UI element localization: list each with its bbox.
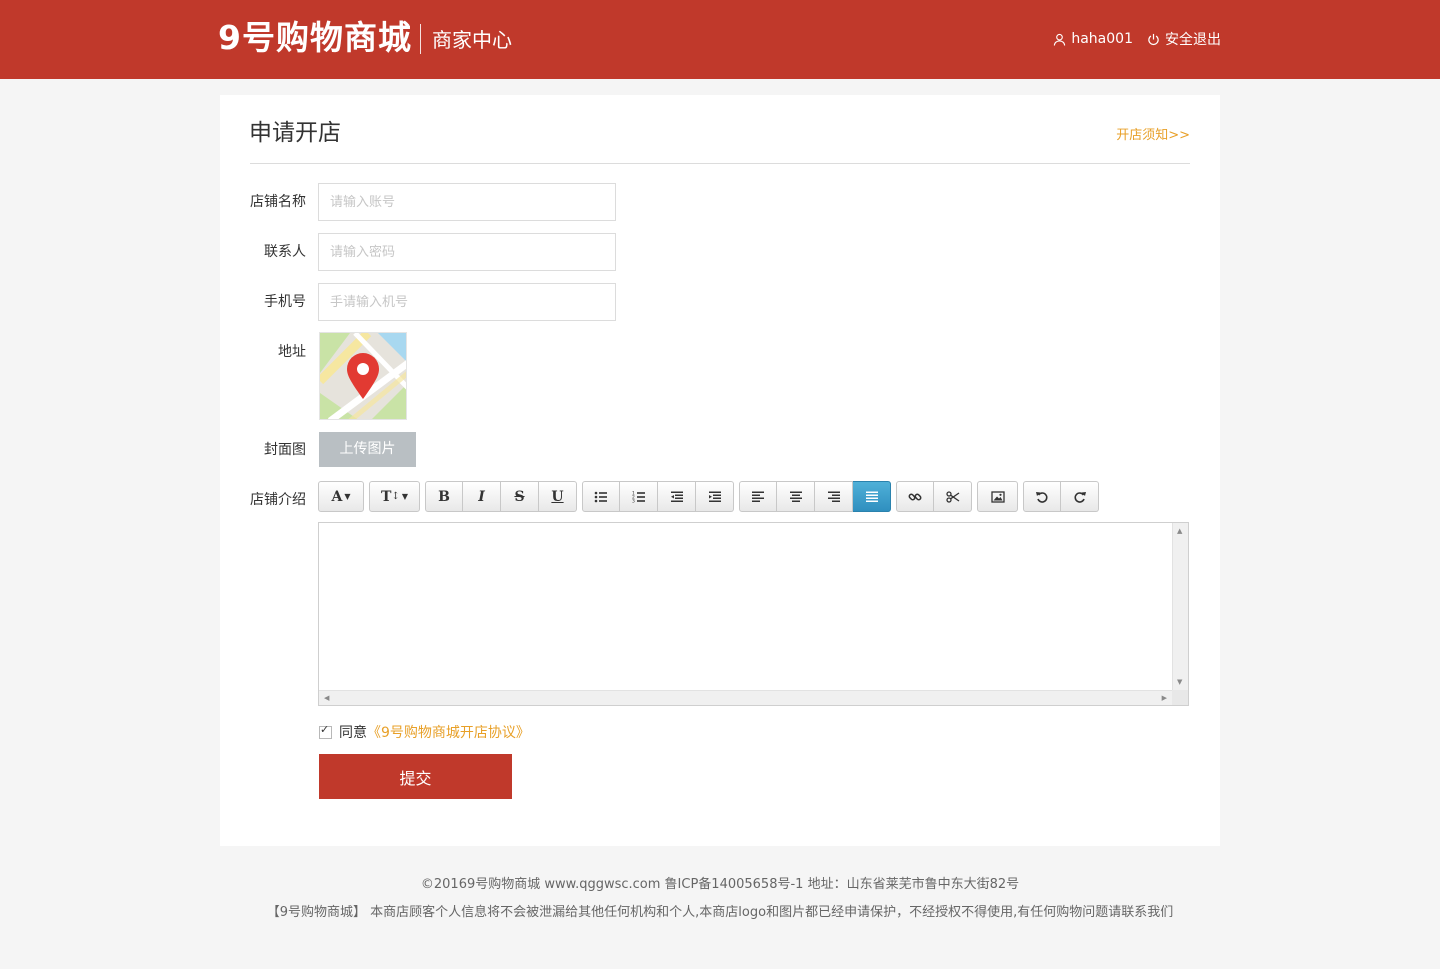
align-center-button[interactable]: [777, 481, 815, 512]
indent-icon: [708, 491, 721, 502]
outdent-icon: [670, 491, 683, 502]
scrollbar-corner: [1172, 690, 1188, 705]
contact-label: 联系人: [264, 244, 306, 260]
align-left-button[interactable]: [739, 481, 777, 512]
footer-copyright: ©20169号购物商城 www.qggwsc.com 鲁ICP备14005658…: [420, 877, 1020, 892]
footer-notice: 【9号购物商城】 本商店顾客个人信息将不会被泄漏给其他任何机构和个人,本商店lo…: [266, 905, 1174, 920]
align-left-icon: [752, 491, 764, 502]
logout-label: 安全退出: [1165, 32, 1221, 48]
redo-icon: [1073, 491, 1086, 503]
user-profile-link[interactable]: haha001: [1053, 31, 1133, 47]
bold-button[interactable]: B: [425, 481, 463, 512]
justify-button[interactable]: [853, 481, 891, 512]
title-divider: [250, 163, 1190, 164]
scroll-down-icon[interactable]: ▼: [1177, 678, 1182, 686]
indent-button[interactable]: [696, 481, 734, 512]
logout-link[interactable]: 安全退出: [1147, 29, 1221, 49]
font-group: A ▼: [318, 481, 364, 512]
agreement-text: 同意: [339, 725, 367, 741]
font-family-button[interactable]: A ▼: [318, 481, 364, 512]
shop-intro-editor: ▲ ▼ ◀ ▶: [318, 522, 1189, 706]
shop-name-label: 店铺名称: [250, 194, 306, 210]
contact-input[interactable]: [318, 233, 616, 271]
scroll-right-icon[interactable]: ▶: [1162, 694, 1167, 702]
merchant-center-label: 商家中心: [432, 28, 512, 52]
undo-icon: [1036, 491, 1048, 503]
editor-toolbar: A ▼ T ↕ ▼ B I S U 123: [318, 481, 1104, 512]
undo-button[interactable]: [1023, 481, 1061, 512]
top-header: 9号购物商城 商家中心 haha001 安全退出: [0, 0, 1440, 79]
history-group: [1023, 481, 1099, 512]
align-right-button[interactable]: [815, 481, 853, 512]
map-pin-icon: [320, 333, 406, 419]
list-group: 123: [582, 481, 734, 512]
apply-shop-card: 申请开店 开店须知>> 店铺名称 联系人 手机号 地址 封面图 上传图片 店铺介…: [220, 95, 1220, 846]
italic-button[interactable]: I: [463, 481, 501, 512]
logo-divider: [420, 24, 421, 54]
scissors-icon: [945, 490, 959, 503]
agreement-link[interactable]: 《9号购物商城开店协议》: [367, 722, 530, 742]
map-picker[interactable]: [319, 332, 407, 420]
cover-label: 封面图: [264, 442, 306, 458]
site-logo[interactable]: 9号购物商城: [218, 16, 412, 60]
number-list-icon: 123: [632, 490, 645, 504]
outdent-button[interactable]: [658, 481, 696, 512]
submit-button[interactable]: 提交: [319, 754, 512, 799]
upload-image-button[interactable]: 上传图片: [319, 432, 416, 467]
phone-label: 手机号: [264, 294, 306, 310]
format-group: B I S U: [425, 481, 577, 512]
phone-input[interactable]: [318, 283, 616, 321]
unlink-button[interactable]: [934, 481, 972, 512]
link-group: [896, 481, 972, 512]
power-icon: [1148, 33, 1159, 45]
image-icon: [990, 490, 1005, 503]
align-center-icon: [789, 491, 802, 502]
editor-vertical-scrollbar[interactable]: ▲ ▼: [1172, 523, 1188, 690]
align-right-icon: [827, 491, 840, 502]
scroll-up-icon[interactable]: ▲: [1177, 527, 1182, 535]
bullet-list-icon: [594, 491, 607, 502]
redo-button[interactable]: [1061, 481, 1099, 512]
svg-text:3: 3: [632, 498, 635, 504]
agreement-checkbox[interactable]: [319, 723, 332, 739]
number-list-button[interactable]: 123: [620, 481, 658, 512]
link-icon: [908, 493, 922, 500]
shop-notice-link[interactable]: 开店须知>>: [1116, 124, 1190, 143]
justify-icon: [865, 491, 878, 502]
underline-button[interactable]: U: [539, 481, 577, 512]
size-group: T ↕ ▼: [369, 481, 420, 512]
image-group: [977, 481, 1018, 512]
scroll-left-icon[interactable]: ◀: [324, 694, 329, 702]
page-title: 申请开店: [249, 120, 341, 146]
editor-content-area[interactable]: [319, 523, 1172, 690]
intro-label: 店铺介绍: [250, 492, 306, 508]
align-group: [739, 481, 891, 512]
agreement-row: 同意 《9号购物商城开店协议》: [319, 722, 530, 742]
user-icon: [1054, 33, 1066, 46]
insert-image-button[interactable]: [977, 481, 1018, 512]
user-area: haha001 安全退出: [1053, 29, 1221, 49]
shop-name-input[interactable]: [318, 183, 616, 221]
strikethrough-button[interactable]: S: [501, 481, 539, 512]
editor-horizontal-scrollbar[interactable]: ◀ ▶: [319, 690, 1172, 705]
address-label: 地址: [278, 344, 306, 360]
bullet-list-button[interactable]: [582, 481, 620, 512]
link-button[interactable]: [896, 481, 934, 512]
username: haha001: [1071, 31, 1133, 47]
font-size-button[interactable]: T ↕ ▼: [369, 481, 420, 512]
